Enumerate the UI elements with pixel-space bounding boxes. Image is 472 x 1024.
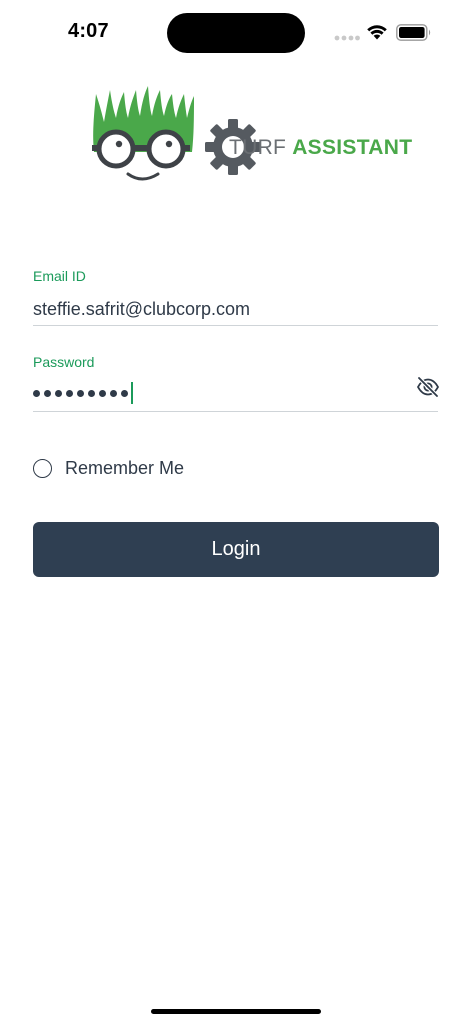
- remember-me-radio[interactable]: [33, 458, 52, 478]
- password-mask-dot: [77, 389, 84, 397]
- home-indicator[interactable]: [151, 1009, 321, 1014]
- password-mask-dot: [121, 389, 128, 397]
- text-cursor: [131, 382, 133, 404]
- remember-me-label: Remember Me: [65, 457, 185, 478]
- password-label: Password: [33, 354, 95, 370]
- email-field[interactable]: [33, 296, 438, 322]
- password-mask-dot: [99, 389, 106, 397]
- battery-icon: [396, 24, 431, 41]
- password-mask-dot: [33, 389, 40, 397]
- wifi-icon: [367, 25, 387, 40]
- logo-text-turf: TURF: [229, 136, 287, 159]
- password-mask-dot: [44, 389, 51, 397]
- login-screen: 4:07 TURF ASSISTANT Email ID steffie.saf…: [0, 0, 472, 1024]
- password-mask-dot: [55, 389, 62, 397]
- email-underline: [33, 325, 438, 326]
- password-mask-dot: [88, 389, 95, 397]
- eye-off-icon[interactable]: [416, 376, 440, 398]
- logo-text-assistant: ASSISTANT: [292, 136, 413, 159]
- mascot-logo: [92, 86, 194, 181]
- status-time: 4:07: [68, 20, 109, 42]
- password-underline: [33, 411, 438, 412]
- dynamic-island: [167, 13, 305, 53]
- email-label: Email ID: [33, 268, 86, 284]
- password-mask-dot: [66, 389, 73, 397]
- password-field[interactable]: [33, 382, 133, 404]
- logo-wordmark: TURF ASSISTANT: [229, 136, 412, 160]
- login-button[interactable]: Login: [33, 522, 439, 577]
- password-mask-dot: [110, 389, 117, 397]
- remember-me-option[interactable]: Remember Me: [33, 456, 184, 480]
- signal-icon: [334, 35, 360, 41]
